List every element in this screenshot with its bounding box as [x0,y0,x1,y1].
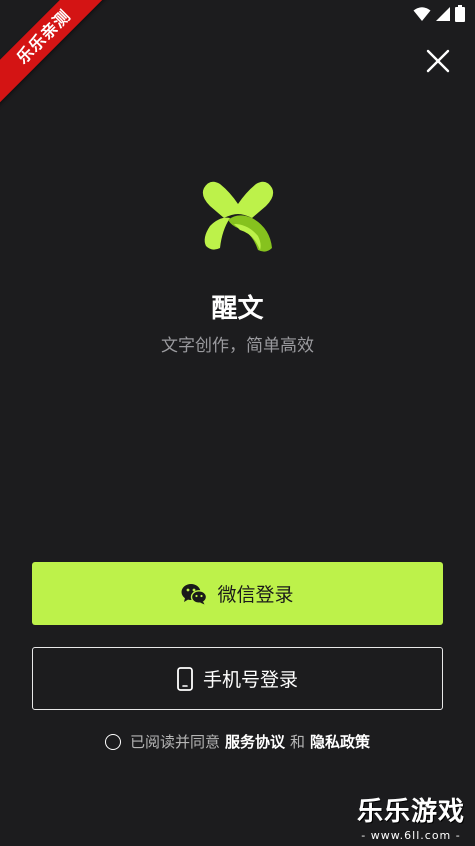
app-name: 醒文 [211,294,264,324]
ribbon-text: 乐乐亲测 [0,0,110,110]
app-logo [200,178,276,254]
privacy-policy-link[interactable]: 隐私政策 [310,731,370,752]
wifi-icon [413,6,431,21]
site-watermark-url: - www.6ll.com - [361,829,461,842]
close-icon [426,49,450,73]
site-watermark-title: 乐乐游戏 [356,797,465,827]
phone-login-label: 手机号登录 [202,669,298,691]
agreement-row: 已阅读并同意 服务协议 和 隐私政策 [0,731,475,752]
signal-icon [436,6,450,21]
close-button[interactable] [425,48,451,74]
status-icons [413,5,465,22]
agreement-conjunction: 和 [290,733,306,751]
service-agreement-link[interactable]: 服务协议 [225,731,285,752]
phone-icon [177,666,193,691]
phone-login-button[interactable]: 手机号登录 [32,647,443,710]
ribbon-watermark: 乐乐亲测 [0,0,110,110]
app-slogan: 文字创作，简单高效 [161,336,314,356]
battery-icon [455,5,465,22]
agreement-checkbox[interactable] [104,733,121,750]
wechat-icon [181,583,208,605]
site-watermark: 乐乐游戏 - www.6ll.com - [355,795,467,842]
xingwen-logo-icon [202,181,274,252]
wechat-login-button[interactable]: 微信登录 [32,562,443,625]
login-screen: 乐乐亲测 醒文 文字创作，简单高效 微信登录 手机号登录 已阅读并同意 服务协议… [0,0,475,846]
agreement-prefix: 已阅读并同意 [129,733,220,751]
wechat-login-label: 微信登录 [217,584,294,606]
